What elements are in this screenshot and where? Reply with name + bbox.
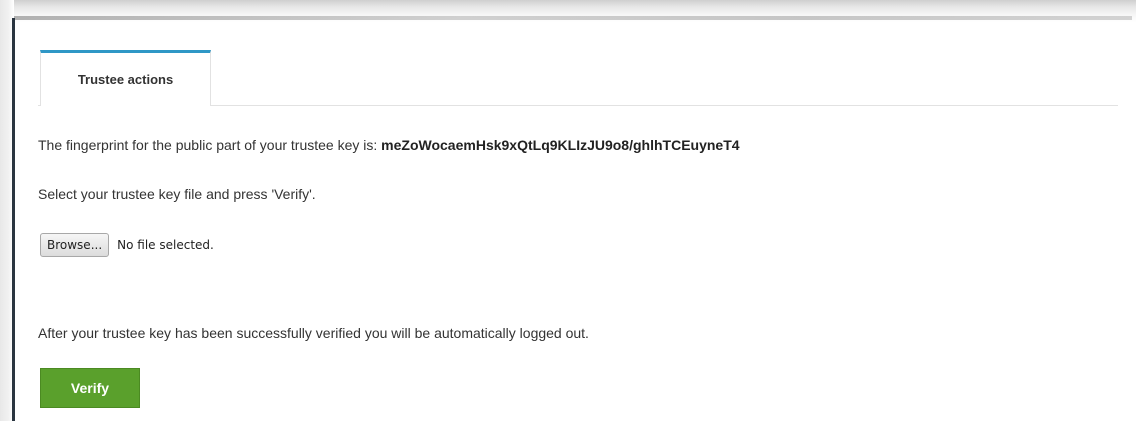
tab-trustee-actions[interactable]: Trustee actions [40,50,211,106]
page-frame: Trustee actions The fingerprint for the … [0,0,1136,421]
file-status: No file selected. [117,238,214,252]
left-accent-bar [12,18,15,421]
tab-label: Trustee actions [77,71,174,87]
verify-button[interactable]: Verify [40,368,140,408]
tab-bar: Trustee actions [38,50,1118,106]
top-divider [14,16,1132,20]
browse-button[interactable]: Browse... [40,233,110,257]
fingerprint-prefix: The fingerprint for the public part of y… [38,137,382,153]
fingerprint-text: The fingerprint for the public part of y… [38,137,740,153]
logout-notice: After your trustee key has been successf… [38,325,589,341]
file-input: Browse... No file selected. [40,233,214,257]
main-content: Trustee actions The fingerprint for the … [38,50,1118,408]
fingerprint-value: meZoWocaemHsk9xQtLq9KLIzJU9o8/ghlhTCEuyn… [381,137,740,153]
select-instruction: Select your trustee key file and press '… [38,186,316,202]
